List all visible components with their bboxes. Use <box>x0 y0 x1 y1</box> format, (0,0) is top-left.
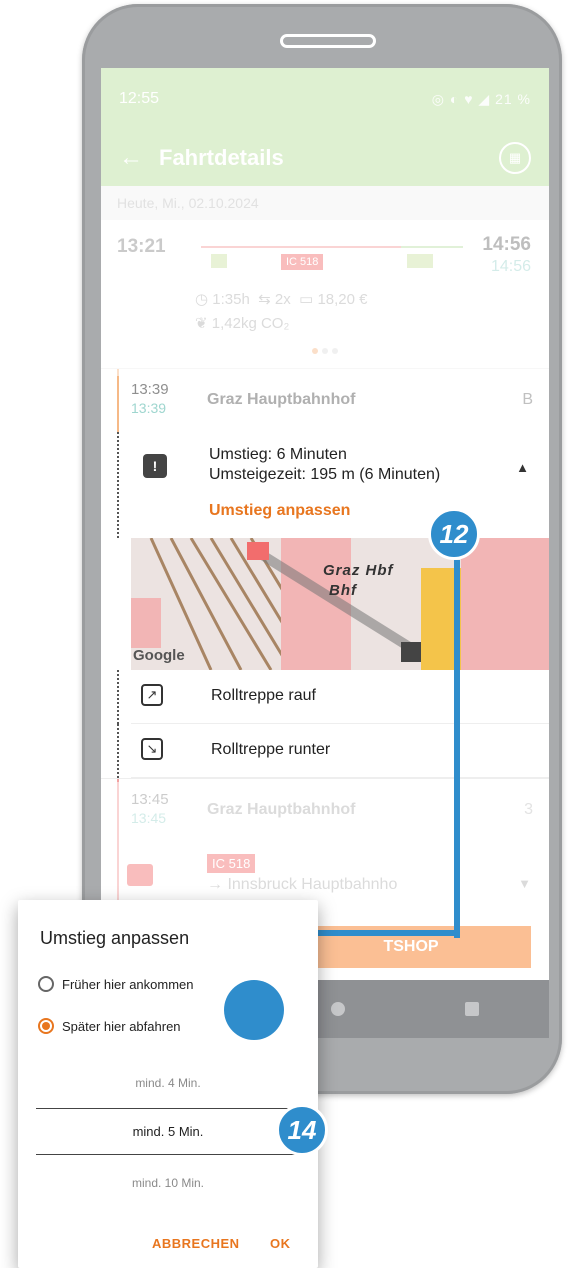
map-place-label-2: Bhf <box>329 582 357 599</box>
transfer-section: ! Umstieg: 6 Minuten Umsteigezeit: 195 m… <box>101 432 549 538</box>
changes-icon: ⇆ <box>258 291 271 308</box>
dialog-title: Umstieg anpassen <box>40 928 190 948</box>
stop-platform: 3 <box>524 801 533 818</box>
radio-unselected-icon <box>38 976 54 992</box>
arrow-left-icon[interactable]: ← <box>119 144 159 172</box>
stop-time-realtime: 13:39 <box>131 400 167 416</box>
adjust-transfer-link[interactable]: Umstieg anpassen <box>209 502 350 520</box>
train-icon <box>127 864 153 886</box>
radio-selected-icon <box>38 1018 54 1034</box>
departure-time: 13:21 <box>117 236 166 257</box>
transfer-walk-time: Umsteigezeit: 195 m (6 Minuten) <box>209 466 441 483</box>
app-screen: 12:55 ◎ ◐ ♥ ◢ 21 % ← Fahrtdetails ▦ Heut… <box>101 68 549 1038</box>
train-destination: → Innsbruck Hauptbahnho <box>207 876 398 893</box>
trip-co2: 1,42kg CO₂ <box>211 315 290 332</box>
option-depart-later[interactable]: Später hier abfahren <box>38 1018 181 1034</box>
date-header: Heute, Mi., 02.10.2024 <box>101 186 549 220</box>
battery-level: 21 % <box>495 90 531 107</box>
stop-name: Graz Hauptbahnhof <box>207 391 356 408</box>
stop-row-graz-departure: 13:45 13:45 Graz Hauptbahnhof 3 <box>101 778 549 843</box>
walk-connector <box>117 670 119 724</box>
picker-option[interactable]: mind. 10 Min. <box>18 1176 318 1190</box>
transfer-icon: ! <box>143 454 167 478</box>
callout-badge: 14 <box>276 1104 328 1156</box>
escalator-up-row: ↗ Rolltreppe rauf <box>117 670 549 724</box>
escalator-down-icon: ↘ <box>141 738 163 760</box>
page-indicator <box>101 348 549 368</box>
map-place-label: Graz Hbf <box>323 562 394 579</box>
callout-connector-vertical <box>454 560 460 938</box>
trip-meta: ◷ 1:35h ⇆ 2x ▭ 18,20 € <box>195 290 368 308</box>
stop-name: Graz Hauptbahnhof <box>207 801 356 818</box>
walk-connector <box>117 432 119 538</box>
escalator-up-label: Rolltreppe rauf <box>211 687 316 704</box>
tap-indicator <box>224 980 284 1040</box>
expand-caret-icon[interactable]: ▼ <box>518 876 531 891</box>
app-bar: ← Fahrtdetails ▦ <box>101 130 549 186</box>
option-label: Früher hier ankommen <box>62 976 194 992</box>
route-connector <box>117 779 119 843</box>
adjust-transfer-dialog: Umstieg anpassen Früher hier ankommen Sp… <box>18 900 318 1268</box>
station-map[interactable]: Graz Hbf Bhf Google <box>131 538 549 670</box>
phone-speaker <box>280 34 376 48</box>
recent-apps-icon[interactable] <box>465 1002 479 1016</box>
trip-summary[interactable]: 13:21 IC 518 14:56 14:56 ◷ 1:35h ⇆ 2x ▭ … <box>101 220 549 348</box>
ok-button[interactable]: OK <box>270 1236 291 1251</box>
map-graphic <box>131 538 549 670</box>
leaf-icon: ❦ <box>195 315 208 332</box>
escalator-down-label: Rolltreppe runter <box>211 741 331 758</box>
escalator-up-icon: ↗ <box>141 684 163 706</box>
status-bar: 12:55 ◎ ◐ ♥ ◢ 21 % <box>101 68 549 130</box>
picker-option[interactable]: mind. 4 Min. <box>18 1076 318 1090</box>
picker-divider <box>36 1154 300 1155</box>
trip-price: 18,20 € <box>317 291 368 308</box>
option-label: Später hier abfahren <box>62 1018 181 1034</box>
stop-platform: B <box>522 391 533 408</box>
option-arrive-earlier[interactable]: Früher hier ankommen <box>38 976 194 992</box>
walk-tag <box>211 254 227 268</box>
home-icon[interactable] <box>331 1002 345 1016</box>
train-badge: IC 518 <box>281 254 324 270</box>
co2-row: ❦ 1,42kg CO₂ <box>195 314 289 332</box>
arrival-time: 14:56 <box>482 234 531 255</box>
map-attribution: Google <box>133 647 185 664</box>
bus-tag <box>407 254 433 268</box>
walk-connector <box>117 724 119 778</box>
stop-time: 13:45 <box>131 791 169 808</box>
status-time: 12:55 <box>119 90 160 107</box>
route-line-end <box>401 246 463 248</box>
stop-time: 13:39 <box>131 381 169 398</box>
trip-duration: 1:35h <box>212 291 250 308</box>
status-icons: ◎ ◐ ♥ ◢ 21 % <box>431 90 531 107</box>
calendar-icon[interactable]: ▦ <box>499 142 531 174</box>
cancel-button[interactable]: ABBRECHEN <box>152 1236 240 1251</box>
collapse-caret-icon[interactable]: ▲ <box>516 460 529 475</box>
escalator-down-row: ↘ Rolltreppe runter <box>117 724 549 778</box>
callout-badge: 12 <box>428 508 480 560</box>
ticket-icon: ▭ <box>299 291 314 308</box>
stop-time-realtime: 13:45 <box>131 810 167 826</box>
screenshot: 12:55 ◎ ◐ ♥ ◢ 21 % ← Fahrtdetails ▦ Heut… <box>0 0 570 1268</box>
picker-divider <box>36 1108 300 1109</box>
arrival-realtime: 14:56 <box>490 258 531 275</box>
trip-changes: 2x <box>274 291 291 308</box>
route-connector <box>117 369 119 433</box>
page-title: Fahrtdetails <box>159 145 284 170</box>
picker-selected-option[interactable]: mind. 5 Min. <box>18 1124 318 1139</box>
callout-connector-horizontal <box>298 930 460 936</box>
transfer-duration: Umstieg: 6 Minuten <box>209 446 347 463</box>
clock-icon: ◷ <box>195 291 209 308</box>
stop-row-graz-arrival: 13:39 13:39 Graz Hauptbahnhof B <box>101 368 549 433</box>
train-number-badge: IC 518 <box>207 854 256 873</box>
